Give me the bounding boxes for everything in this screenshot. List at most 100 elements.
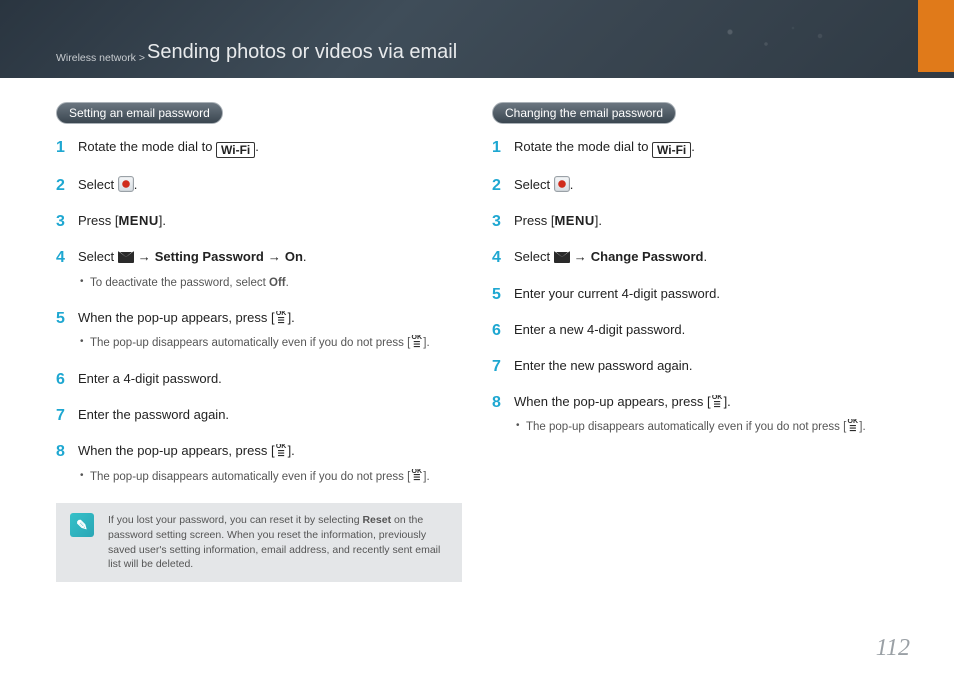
step-text: Select [514,249,554,264]
step-text: When the pop-up appears, press [ [78,443,275,458]
step-number: 5 [492,284,501,306]
steps-right: 1 Rotate the mode dial to Wi-Fi. 2 Selec… [492,138,898,436]
right-column: Changing the email password 1 Rotate the… [492,102,898,582]
ok-icon [846,419,859,432]
sub-text: ]. [859,421,865,433]
step-text: Select [514,177,554,192]
ok-icon [410,469,423,482]
step-4: 4 Select →Change Password. [492,248,898,266]
step-number: 3 [56,211,65,233]
step-number: 7 [56,405,65,427]
step-5: 5 Enter your current 4-digit password. [492,285,898,303]
step-3: 3 Press [MENU]. [492,212,898,230]
sub-bullet: To deactivate the password, select Off. [78,275,462,292]
arrow-icon: → [138,249,151,264]
section-title-right: Changing the email password [492,102,676,124]
step-4: 4 Select → Setting Password → On. To deacti… [56,248,462,291]
sub-bold: Off [269,277,286,289]
step-bold: On [285,249,303,264]
step-text: ]. [724,394,731,409]
menu-label: MENU [554,213,594,228]
sub-bullets: The pop-up disappears automatically even… [514,419,898,436]
sub-bullet: The pop-up disappears automatically even… [78,335,462,352]
step-text: Enter your current 4-digit password. [514,286,720,301]
page-title: Sending photos or videos via email [147,41,457,64]
sub-bullets: The pop-up disappears automatically even… [78,469,462,486]
step-number: 8 [492,392,501,414]
step-text: When the pop-up appears, press [ [514,394,711,409]
step-text: . [255,139,259,154]
step-text: ]. [159,213,166,228]
sub-text: The pop-up disappears automatically even… [90,337,410,349]
sub-bullet: The pop-up disappears automatically even… [78,469,462,486]
step-text: . [691,139,695,154]
step-text: Enter a new 4-digit password. [514,322,685,337]
note-icon: ✎ [70,513,94,537]
section-title-left: Setting an email password [56,102,223,124]
step-7: 7 Enter the new password again. [492,357,898,375]
wifi-icon: Wi-Fi [652,142,691,158]
step-number: 6 [56,369,65,391]
ok-icon [275,311,288,324]
step-6: 6 Enter a new 4-digit password. [492,321,898,339]
step-text: . [303,249,307,264]
ok-icon [275,444,288,457]
step-bold: Setting Password [155,249,264,264]
mail-icon [554,251,570,263]
step-8: 8 When the pop-up appears, press []. The… [56,442,462,485]
step-number: 1 [492,137,501,159]
note-bold: Reset [362,514,391,526]
left-column: Setting an email password 1 Rotate the m… [56,102,462,582]
step-text: Select [78,177,118,192]
step-number: 8 [56,441,65,463]
step-text: Press [ [514,213,554,228]
step-text: When the pop-up appears, press [ [78,310,275,325]
step-number: 1 [56,137,65,159]
step-5: 5 When the pop-up appears, press []. The… [56,309,462,352]
sub-bullet: The pop-up disappears automatically even… [514,419,898,436]
step-text: ]. [288,310,295,325]
step-text: ]. [595,213,602,228]
step-text: ]. [288,443,295,458]
sub-bullets: To deactivate the password, select Off. [78,275,462,292]
step-8: 8 When the pop-up appears, press []. The… [492,393,898,436]
mail-icon [118,251,134,263]
wifi-icon: Wi-Fi [216,142,255,158]
step-text: . [703,249,707,264]
step-text: Enter the new password again. [514,358,693,373]
note-box: ✎ If you lost your password, you can res… [56,503,462,582]
step-number: 4 [56,247,65,269]
note-text-a: If you lost your password, you can reset… [108,514,362,526]
page-number: 112 [876,635,910,662]
step-1: 1 Rotate the mode dial to Wi-Fi. [492,138,898,158]
step-text: Press [ [78,213,118,228]
step-number: 3 [492,211,501,233]
step-3: 3 Press [MENU]. [56,212,462,230]
arrow-icon: → [574,249,587,264]
step-2: 2 Select . [492,176,898,194]
sub-text: . [286,277,289,289]
sub-text: The pop-up disappears automatically even… [90,471,410,483]
menu-label: MENU [118,213,158,228]
side-tab [918,0,954,72]
step-text: . [134,177,138,192]
ok-icon [410,335,423,348]
steps-left: 1 Rotate the mode dial to Wi-Fi. 2 Selec… [56,138,462,485]
arrow-icon: → [268,249,281,264]
step-text: . [570,177,574,192]
step-6: 6 Enter a 4-digit password. [56,370,462,388]
sub-text: To deactivate the password, select [90,277,269,289]
step-number: 2 [56,175,65,197]
step-text: Rotate the mode dial to [514,139,652,154]
at-icon [118,176,134,192]
step-2: 2 Select . [56,176,462,194]
step-number: 7 [492,356,501,378]
content-area: Setting an email password 1 Rotate the m… [0,78,954,582]
step-number: 5 [56,308,65,330]
note-text: If you lost your password, you can reset… [108,513,448,572]
step-text: Select [78,249,118,264]
step-7: 7 Enter the password again. [56,406,462,424]
sub-text: The pop-up disappears automatically even… [526,421,846,433]
step-text: Rotate the mode dial to [78,139,216,154]
at-icon [554,176,570,192]
